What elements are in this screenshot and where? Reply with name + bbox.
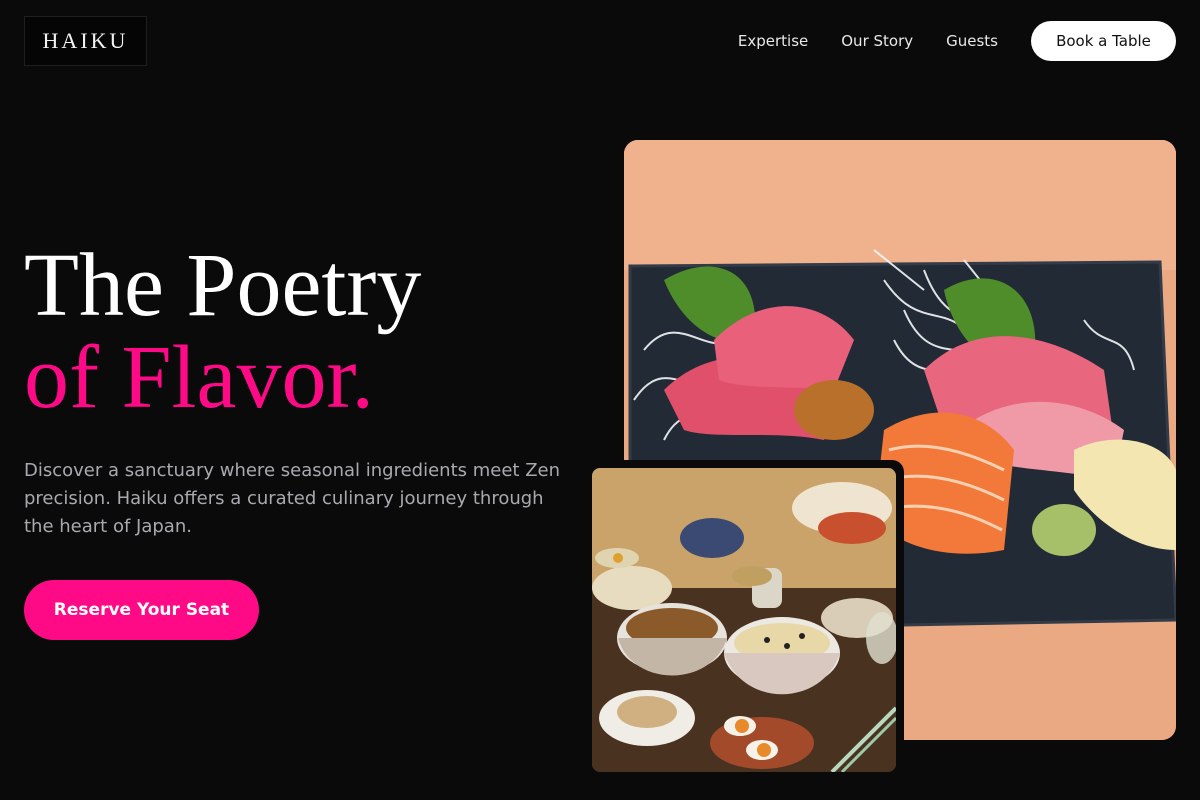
nav-link-guests[interactable]: Guests bbox=[946, 32, 998, 50]
japanese-set-meal-image bbox=[592, 468, 896, 772]
hero-headline: The Poetry of Flavor. bbox=[24, 240, 421, 424]
brand-logo[interactable]: HAIKU bbox=[24, 16, 147, 66]
nav-link-our-story[interactable]: Our Story bbox=[841, 32, 913, 50]
reserve-seat-button[interactable]: Reserve Your Seat bbox=[24, 580, 259, 640]
main-nav: Expertise Our Story Guests Book a Table bbox=[738, 21, 1176, 61]
headline-line-2: of Flavor. bbox=[24, 328, 374, 427]
hero-description: Discover a sanctuary where seasonal ingr… bbox=[24, 460, 561, 537]
book-table-button[interactable]: Book a Table bbox=[1031, 21, 1176, 61]
headline-line-1: The Poetry bbox=[24, 236, 422, 335]
brand-name: HAIKU bbox=[42, 28, 129, 53]
nav-link-expertise[interactable]: Expertise bbox=[738, 32, 808, 50]
